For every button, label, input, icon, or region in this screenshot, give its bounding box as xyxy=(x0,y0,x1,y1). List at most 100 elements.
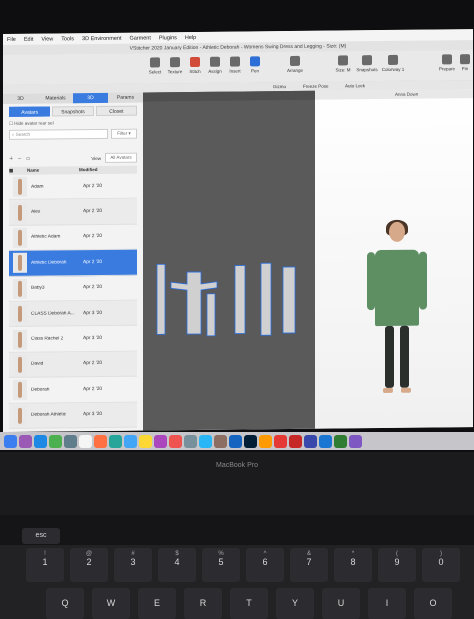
music-icon[interactable] xyxy=(169,434,182,448)
pen-tool[interactable]: Pen xyxy=(243,56,267,73)
menu-file[interactable]: File xyxy=(7,36,16,42)
itunes-icon[interactable] xyxy=(154,434,167,448)
macos-dock xyxy=(0,432,474,450)
avatar-dropdown[interactable]: Anna Down xyxy=(395,92,418,97)
remove-icon[interactable]: － xyxy=(18,156,23,162)
tab-params[interactable]: Params xyxy=(108,93,143,103)
list-actions: ＋ － ▭ View All Avatars xyxy=(9,152,137,164)
avatar-arm-right xyxy=(419,251,427,310)
avatar-list-item[interactable]: Athletic Adam Apr 2 '20 xyxy=(9,224,137,252)
avatar-head xyxy=(389,221,405,242)
swing-dress xyxy=(375,249,419,327)
notes-icon[interactable] xyxy=(139,434,152,448)
excel-icon[interactable] xyxy=(334,434,347,448)
column-name[interactable]: Name xyxy=(21,166,79,175)
chrome-icon[interactable] xyxy=(49,434,62,448)
menu-garment[interactable]: Garment xyxy=(129,35,150,41)
key-5[interactable]: % 5 xyxy=(202,548,240,582)
creative-cloud-icon[interactable] xyxy=(289,434,302,448)
key-6[interactable]: ^ 6 xyxy=(246,548,284,582)
photoshop-icon[interactable] xyxy=(244,434,257,448)
avatar-list-item[interactable]: CLASS Deborah A... Apr 3 '20 xyxy=(9,300,137,328)
avatar-name: Adam xyxy=(31,184,44,190)
avatar-list-item[interactable]: Alex Apr 2 '20 xyxy=(9,198,137,226)
texture-icon xyxy=(170,57,180,68)
podcasts-icon[interactable] xyxy=(184,434,197,448)
mail-icon[interactable] xyxy=(64,434,77,448)
menu-view[interactable]: View xyxy=(41,36,53,42)
vstitcher-icon[interactable] xyxy=(319,434,332,448)
tab-closet[interactable]: Closet xyxy=(95,105,137,117)
tab-3d-left[interactable]: 3D xyxy=(3,94,38,104)
avatar-list-item[interactable]: Adam Apr 2 '20 xyxy=(9,173,137,201)
menu-plugins[interactable]: Plugins xyxy=(159,35,177,41)
pattern-2d-viewport[interactable] xyxy=(143,90,315,431)
column-modified[interactable]: Modified xyxy=(79,166,98,174)
trash-icon[interactable] xyxy=(349,434,362,448)
key-r[interactable]: R xyxy=(184,588,222,619)
key-2[interactable]: @2 xyxy=(70,548,108,582)
view-select[interactable]: All Avatars xyxy=(105,152,137,163)
key-3[interactable]: #3 xyxy=(114,548,152,582)
key-y[interactable]: Y xyxy=(276,588,314,619)
key-0[interactable]: ) 0 xyxy=(422,548,460,582)
key-t[interactable]: T xyxy=(230,588,268,619)
hide-avatar-checkbox[interactable]: ☐ Hide avatar rear sel xyxy=(9,119,137,128)
colorway-selector[interactable]: Colorway 1 xyxy=(381,54,405,72)
key-q[interactable]: Q xyxy=(46,588,84,619)
illustrator-icon[interactable] xyxy=(259,434,272,448)
key-4[interactable]: $4 xyxy=(158,548,196,582)
messages-icon[interactable] xyxy=(124,434,137,448)
avatar-list-item[interactable]: Baby3 Apr 2 '20 xyxy=(9,275,137,302)
siri-icon[interactable] xyxy=(19,434,32,448)
avatar-list-item[interactable]: David Apr 2 '20 xyxy=(9,351,137,379)
freeze-pose-toggle[interactable]: Freeze Pose xyxy=(303,84,329,89)
key-9[interactable]: (9 xyxy=(378,548,416,582)
key-w[interactable]: W xyxy=(92,588,130,619)
tab-avatars[interactable]: Avatars xyxy=(9,106,51,117)
word-icon[interactable] xyxy=(229,434,242,448)
key-u[interactable]: U xyxy=(322,588,360,619)
avatar-3d-viewport[interactable]: Anna Down xyxy=(315,89,473,429)
key-1[interactable]: ! 1 xyxy=(26,548,64,582)
touch-bar[interactable] xyxy=(0,515,474,545)
auto-lock-toggle[interactable]: Auto Lock xyxy=(345,83,365,88)
finder-icon[interactable] xyxy=(4,434,17,448)
key-i[interactable]: I xyxy=(368,588,406,619)
menu-help[interactable]: Help xyxy=(185,34,196,40)
avatar-figure[interactable] xyxy=(367,219,427,403)
avatar-list-item[interactable]: Class Rachel 2 Apr 3 '20 xyxy=(9,325,137,353)
avatar-list-item[interactable]: Deborah Apr 2 '20 xyxy=(9,376,137,404)
teams-icon[interactable] xyxy=(304,434,317,448)
key-e[interactable]: E xyxy=(138,588,176,619)
app-store-icon[interactable] xyxy=(199,434,212,448)
folder-icon[interactable]: ▭ xyxy=(26,156,30,162)
avatar-list-item[interactable]: Deborah Athletic Apr 3 '20 xyxy=(9,402,137,429)
filter-dropdown[interactable]: Filter ▾ xyxy=(111,128,137,139)
arrange-tool[interactable]: Arrange xyxy=(283,55,307,73)
menu-tools[interactable]: Tools xyxy=(61,36,74,42)
system-preferences-icon[interactable] xyxy=(214,434,227,448)
key-o[interactable]: O xyxy=(414,588,452,619)
menu-edit[interactable]: Edit xyxy=(24,36,33,42)
photos-icon[interactable] xyxy=(94,434,107,448)
key-7[interactable]: & 7 xyxy=(290,548,328,582)
facetime-icon[interactable] xyxy=(109,434,122,448)
gizmo-toggle[interactable]: Gizmo xyxy=(273,84,286,89)
add-icon[interactable]: ＋ xyxy=(9,156,14,162)
tab-3d[interactable]: 3D xyxy=(73,92,108,104)
size-selector[interactable]: Size: M xyxy=(331,55,355,73)
key-8[interactable]: * 8 xyxy=(334,548,372,582)
tab-materials[interactable]: Materials xyxy=(38,93,73,103)
snapshots-tool[interactable]: Snapshots xyxy=(355,55,379,72)
search-input[interactable]: ⌕ Search xyxy=(9,128,108,140)
avatar-list-item[interactable]: Athletic Deborah Apr 2 '20 xyxy=(9,249,137,277)
acrobat-icon[interactable] xyxy=(274,434,287,448)
finish-tool[interactable]: Fin xyxy=(453,54,473,71)
grid-view-icon[interactable]: ▦ xyxy=(9,167,21,175)
esc-key[interactable]: esc xyxy=(22,528,60,544)
menu-3d-environment[interactable]: 3D Environment xyxy=(82,35,121,41)
safari-icon[interactable] xyxy=(34,434,47,448)
calendar-icon[interactable] xyxy=(79,434,92,448)
tab-snapshots[interactable]: Snapshots xyxy=(52,106,94,117)
